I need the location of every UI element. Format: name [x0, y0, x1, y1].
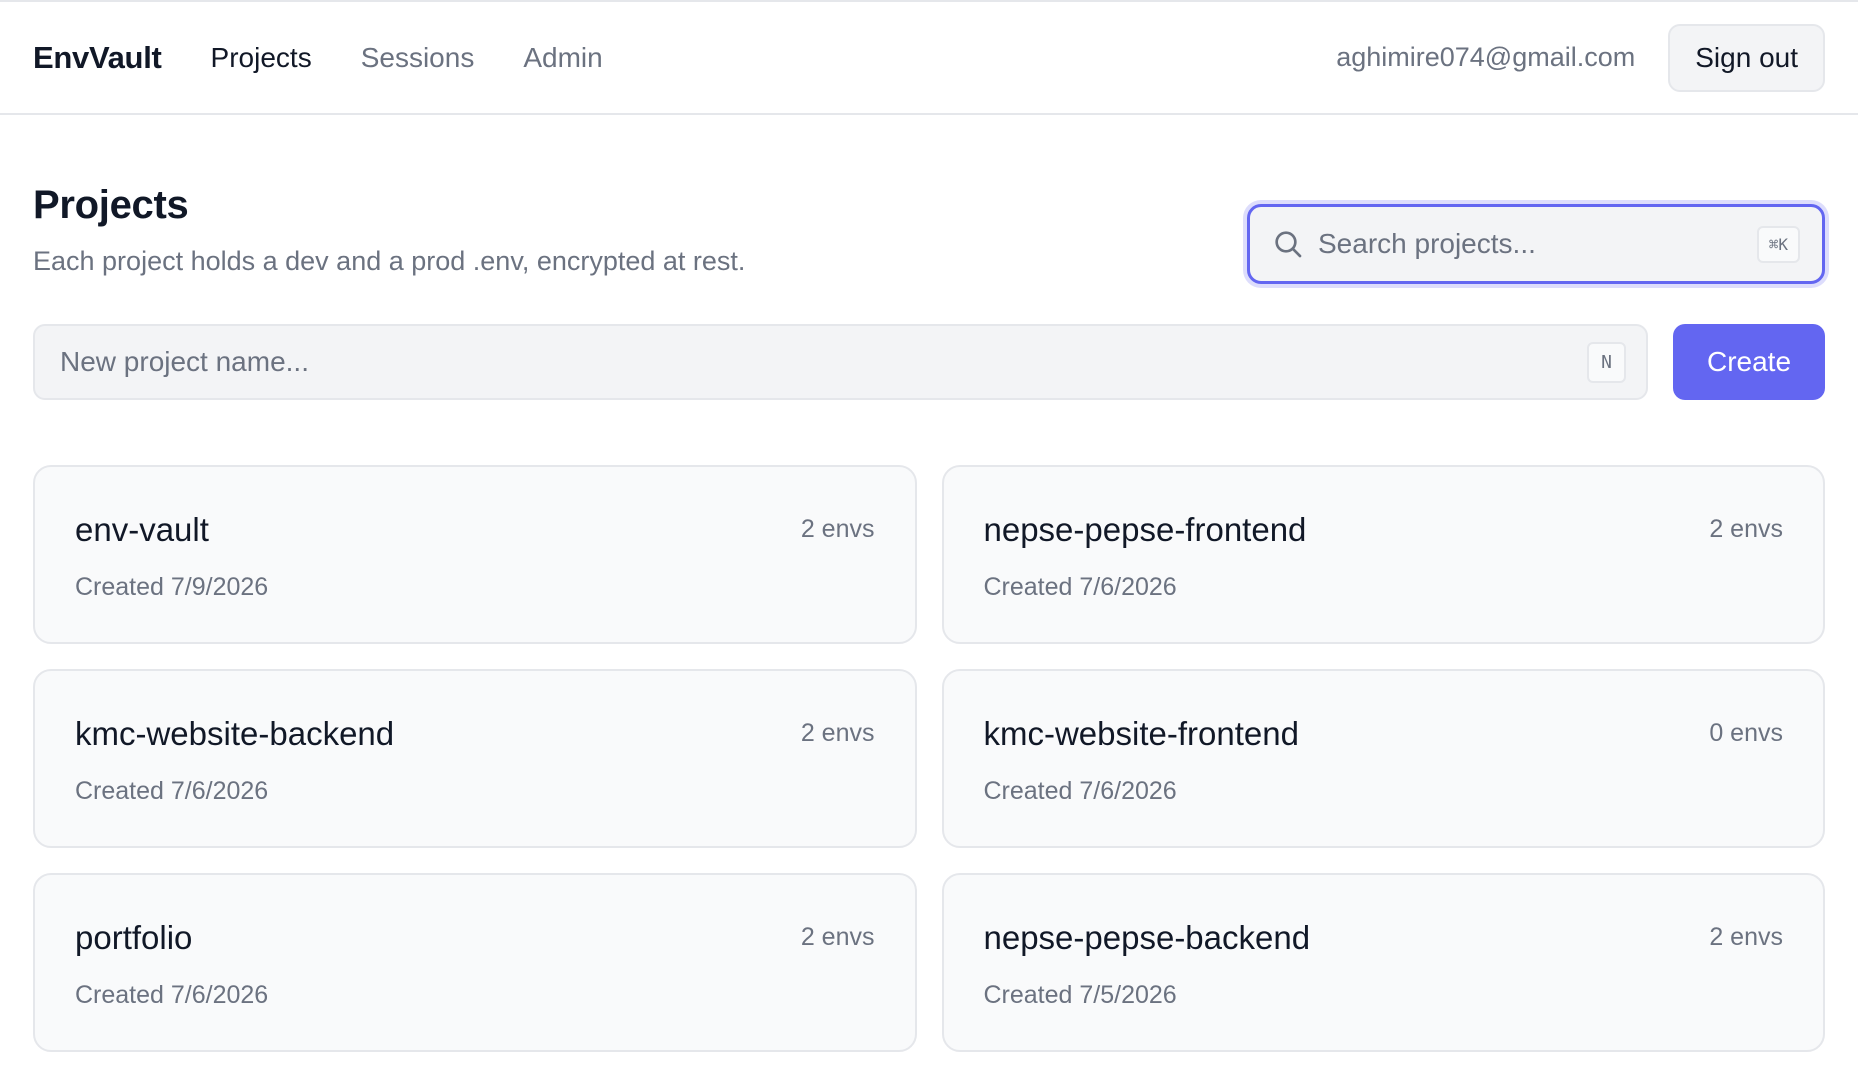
project-card[interactable]: portfolio 2 envs Created 7/6/2026: [33, 873, 917, 1052]
project-created-date: Created 7/5/2026: [983, 981, 1177, 1009]
main-content: Projects Each project holds a dev and a …: [0, 185, 1858, 1052]
project-env-count: 2 envs: [800, 923, 875, 951]
user-email: aghimire074@gmail.com: [1336, 42, 1636, 72]
project-name: nepse-pepse-frontend: [983, 511, 1307, 548]
create-project-row: N Create: [33, 324, 1825, 400]
project-created-date: Created 7/9/2026: [75, 573, 269, 601]
project-name: nepse-pepse-backend: [983, 919, 1311, 956]
project-env-count: 0 envs: [1709, 719, 1783, 747]
sign-out-button[interactable]: Sign out: [1668, 23, 1825, 92]
page-title: Projects: [33, 183, 189, 227]
project-grid: env-vault 2 envs Created 7/9/2026 nepse-…: [33, 465, 1825, 1052]
project-name: portfolio: [75, 919, 193, 956]
new-project-box[interactable]: N: [33, 324, 1648, 400]
page-header: Projects Each project holds a dev and a …: [33, 185, 1825, 284]
project-created-date: Created 7/6/2026: [983, 573, 1177, 601]
project-created-date: Created 7/6/2026: [983, 777, 1177, 805]
nav-link-projects[interactable]: Projects: [211, 42, 312, 74]
search-icon: [1275, 231, 1302, 258]
project-card[interactable]: kmc-website-backend 2 envs Created 7/6/2…: [33, 669, 917, 848]
page-heading-group: Projects Each project holds a dev and a …: [33, 185, 745, 277]
project-env-count: 2 envs: [800, 719, 875, 747]
nav-link-admin[interactable]: Admin: [523, 42, 602, 74]
new-project-shortcut-badge: N: [1587, 341, 1626, 383]
create-button[interactable]: Create: [1673, 324, 1825, 400]
project-name: kmc-website-backend: [75, 715, 395, 752]
project-card[interactable]: kmc-website-frontend 0 envs Created 7/6/…: [941, 669, 1825, 848]
search-input[interactable]: [1318, 228, 1757, 260]
nav-link-sessions[interactable]: Sessions: [361, 42, 475, 74]
project-card[interactable]: env-vault 2 envs Created 7/9/2026: [33, 465, 917, 644]
project-card[interactable]: nepse-pepse-frontend 2 envs Created 7/6/…: [941, 465, 1825, 644]
project-env-count: 2 envs: [1709, 923, 1783, 951]
search-shortcut-badge: ⌘K: [1756, 225, 1800, 263]
project-name: kmc-website-frontend: [983, 715, 1299, 752]
brand-logo[interactable]: EnvVault: [33, 40, 162, 76]
project-env-count: 2 envs: [800, 515, 875, 543]
project-name: env-vault: [75, 511, 209, 548]
search-box[interactable]: ⌘K: [1247, 204, 1825, 284]
project-created-date: Created 7/6/2026: [75, 981, 269, 1009]
project-env-count: 2 envs: [1709, 515, 1783, 543]
project-card[interactable]: nepse-pepse-backend 2 envs Created 7/5/2…: [941, 873, 1825, 1052]
project-created-date: Created 7/6/2026: [75, 777, 269, 805]
top-nav: EnvVault Projects Sessions Admin aghimir…: [0, 2, 1858, 115]
page-subtitle: Each project holds a dev and a prod .env…: [33, 246, 746, 276]
new-project-name-input[interactable]: [60, 346, 1588, 378]
